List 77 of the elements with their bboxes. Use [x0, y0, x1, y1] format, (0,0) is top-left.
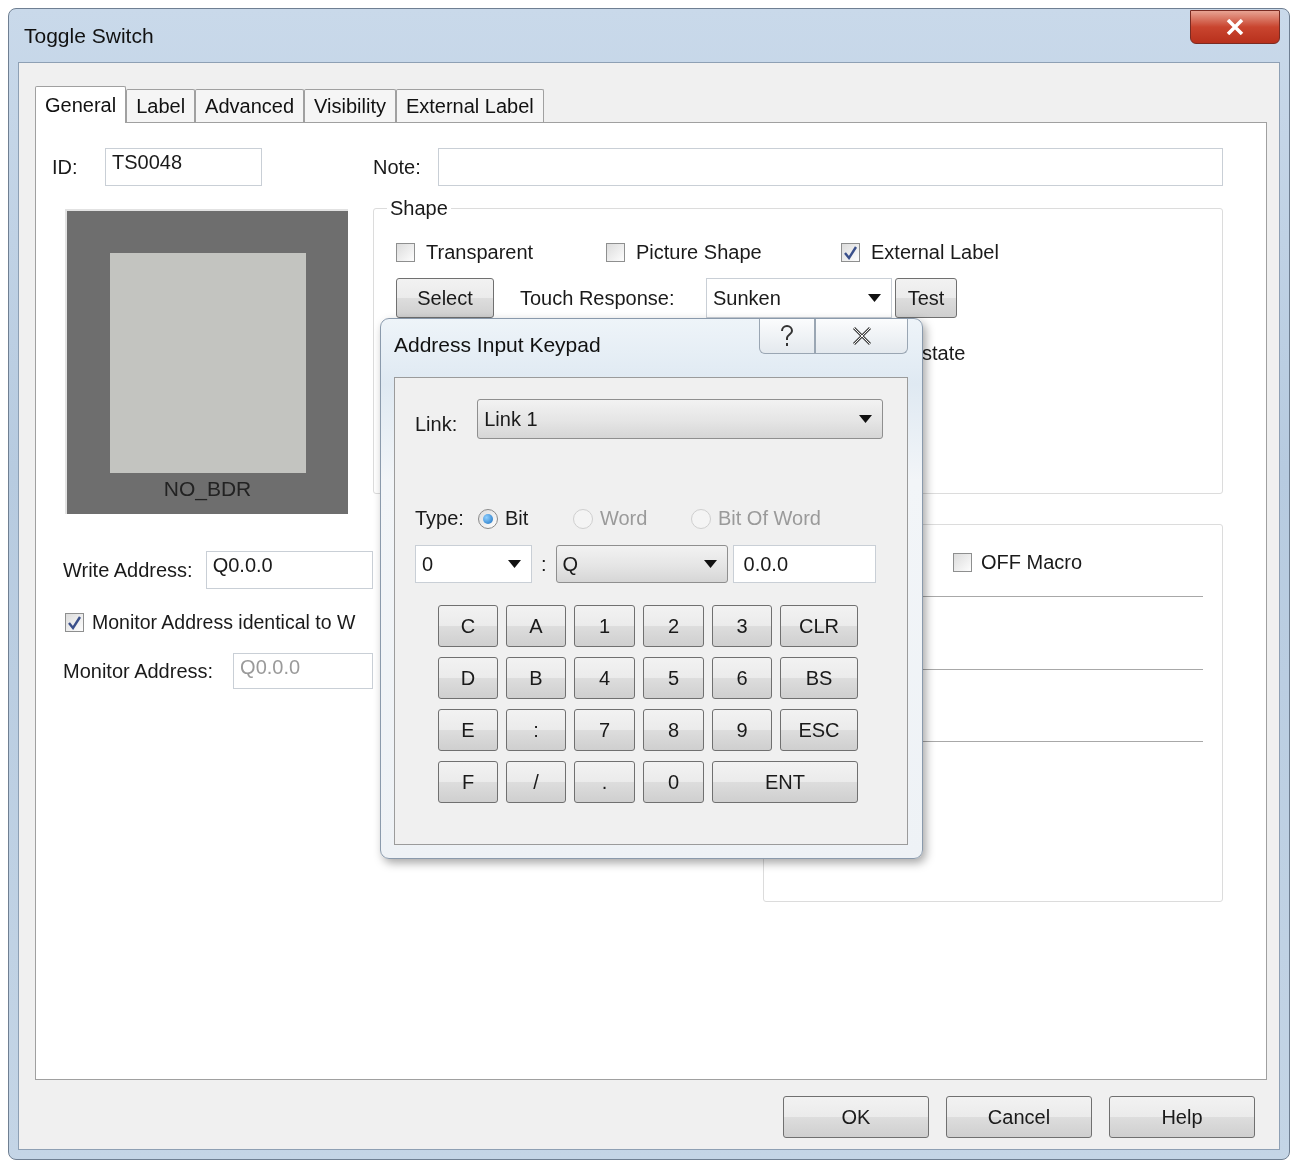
keypad-key[interactable]: . [574, 761, 635, 803]
option-label: state [922, 342, 966, 365]
keypad-key[interactable]: 6 [712, 657, 772, 699]
field-label: Touch Response: [520, 286, 676, 310]
keypad-key[interactable]: BS [780, 657, 858, 699]
group-title: Shape [389, 197, 449, 220]
keypad-key[interactable]: E [438, 709, 498, 751]
separator-text: : [541, 552, 547, 576]
address-field[interactable]: 0.0.0 [732, 545, 876, 583]
caret-icon [703, 560, 717, 568]
dialog-button[interactable]: Cancel [946, 1096, 1092, 1138]
keypad-key[interactable]: 8 [643, 709, 704, 751]
keypad-key[interactable]: ENT [712, 761, 858, 803]
dialog-button[interactable]: OK [783, 1096, 929, 1138]
checkbox[interactable] [953, 553, 972, 572]
keypad-key[interactable]: 3 [712, 605, 772, 647]
keypad-key[interactable]: 5 [643, 657, 704, 699]
radio-label: Bit [504, 507, 529, 530]
caret-icon [508, 560, 521, 568]
preview-caption: NO_BDR [163, 477, 252, 501]
close-icon [850, 326, 873, 346]
dialog-button[interactable]: Help [1109, 1096, 1255, 1138]
id-field[interactable]: TS0048 [105, 148, 262, 186]
checkbox[interactable] [65, 613, 84, 632]
tab[interactable]: Label [126, 89, 196, 122]
field-label: Write Address: [63, 558, 193, 582]
keypad-key[interactable]: F [438, 761, 498, 803]
keypad-key[interactable]: C [438, 605, 498, 647]
close-button[interactable] [1190, 9, 1280, 44]
checkbox-label: OFF Macro [981, 551, 1083, 574]
dropdown[interactable]: Link 1 [477, 399, 884, 439]
checkbox-label: Transparent [426, 241, 534, 264]
checkbox-label: Picture Shape [636, 241, 762, 264]
address-field[interactable]: Q0.0.0 [205, 551, 373, 589]
keypad-key[interactable]: ESC [780, 709, 858, 751]
window-title: Toggle Switch [23, 23, 154, 48]
keypad-key[interactable]: 4 [574, 657, 635, 699]
keypad-key[interactable]: B [506, 657, 566, 699]
radio-label: Word [599, 507, 648, 530]
checkbox-label: Monitor Address identical to W [92, 611, 356, 634]
checkbox[interactable] [606, 243, 625, 262]
dropdown[interactable]: 0 [415, 545, 532, 583]
checkbox[interactable] [396, 243, 415, 262]
select-button[interactable]: Select [396, 278, 494, 318]
note-field[interactable] [438, 148, 1223, 186]
checkbox-label: External Label [871, 241, 999, 264]
keypad-key[interactable]: CLR [780, 605, 858, 647]
radio-button[interactable] [477, 508, 498, 529]
field-label: ID: [52, 155, 79, 179]
tab[interactable]: General [35, 86, 127, 123]
test-button[interactable]: Test [895, 278, 957, 318]
help-icon [780, 325, 794, 347]
tab[interactable]: Visibility [304, 89, 396, 122]
field-label: Note: [373, 155, 422, 179]
dropdown[interactable]: Sunken [706, 278, 892, 318]
dropdown[interactable]: Q [555, 545, 728, 583]
keypad-key[interactable]: 0 [643, 761, 704, 803]
field-label: Link: [415, 412, 458, 436]
caret-icon [859, 415, 873, 423]
help-button[interactable] [759, 319, 815, 354]
keypad-key[interactable]: 1 [574, 605, 635, 647]
field-label: Type: [415, 507, 464, 530]
caret-icon [868, 294, 881, 302]
field-label: Monitor Address: [63, 659, 214, 683]
radio-label: Bit Of Word [717, 507, 821, 530]
tab[interactable]: Advanced [195, 89, 305, 122]
keypad-key[interactable]: 2 [643, 605, 704, 647]
keypad-key[interactable]: 7 [574, 709, 635, 751]
dialog-title: Address Input Keypad [394, 333, 601, 357]
keypad-key[interactable]: : [506, 709, 566, 751]
keypad-key[interactable]: / [506, 761, 566, 803]
tab[interactable]: External Label [395, 89, 544, 122]
checkbox[interactable] [841, 243, 860, 262]
keypad-key[interactable]: A [506, 605, 566, 647]
keypad-key[interactable]: D [438, 657, 498, 699]
keypad-key[interactable]: 9 [712, 709, 772, 751]
close-icon [1226, 18, 1244, 35]
